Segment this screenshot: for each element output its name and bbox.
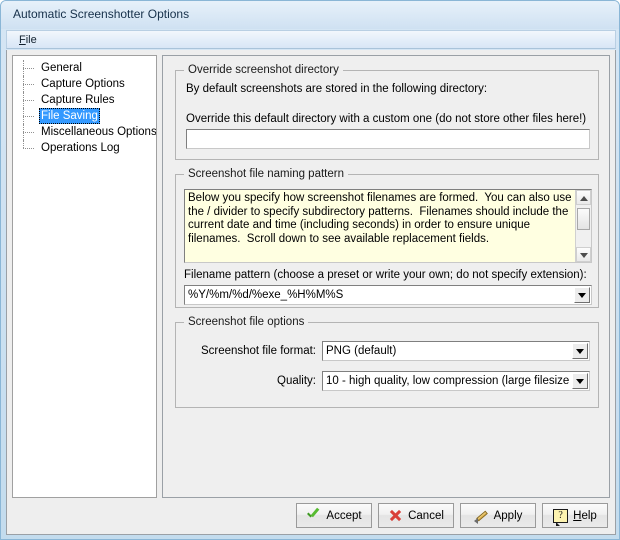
menu-file-mnemonic: F	[19, 34, 26, 46]
file-format-value: PNG (default)	[326, 345, 569, 357]
sidebar-item-capture-options[interactable]: Capture Options	[19, 76, 156, 92]
naming-help-text: Below you specify how screenshot filenam…	[188, 192, 573, 246]
sidebar-item-label: Miscellaneous Options	[39, 124, 157, 140]
settings-panel: Override screenshot directory By default…	[162, 55, 610, 498]
filename-pattern-value: %Y/%m/%d/%exe_%H%M%S	[188, 289, 571, 301]
menu-file-label: ile	[26, 34, 37, 46]
sidebar-item-miscellaneous-options[interactable]: Miscellaneous Options	[19, 124, 156, 140]
chevron-down-icon[interactable]	[572, 373, 588, 389]
sidebar-item-label: Operations Log	[39, 140, 122, 156]
file-options-group: Screenshot file options Screenshot file …	[175, 322, 599, 408]
naming-pattern-group-title: Screenshot file naming pattern	[184, 168, 348, 180]
sidebar-item-label: File Saving	[39, 108, 100, 124]
title-bar: Automatic Screenshotter Options	[1, 1, 619, 29]
sidebar-item-general[interactable]: General	[19, 60, 156, 76]
cancel-button[interactable]: Cancel	[378, 503, 454, 528]
file-options-group-title: Screenshot file options	[184, 316, 308, 328]
naming-pattern-group: Screenshot file naming pattern Below you…	[175, 174, 599, 308]
chevron-down-icon[interactable]	[574, 287, 590, 303]
naming-help-scrollbar[interactable]	[575, 190, 591, 262]
x-icon	[388, 508, 403, 523]
sidebar-item-label: General	[39, 60, 84, 76]
pencil-icon	[474, 508, 489, 523]
file-format-label: Screenshot file format:	[196, 345, 316, 357]
sidebar-item-file-saving[interactable]: File Saving	[19, 108, 156, 124]
override-directory-input[interactable]	[186, 129, 590, 149]
dialog-client-area: General Capture Options Capture Rules Fi…	[6, 50, 616, 535]
quality-value: 10 - high quality, low compression (larg…	[326, 375, 569, 387]
scroll-up-arrow-icon[interactable]	[576, 190, 591, 205]
override-directory-text: Override this default directory with a c…	[186, 113, 586, 125]
file-format-combo[interactable]: PNG (default)	[322, 341, 590, 361]
settings-tree[interactable]: General Capture Options Capture Rules Fi…	[12, 55, 157, 498]
scroll-down-arrow-icon[interactable]	[576, 247, 591, 262]
help-button[interactable]: ? Help	[542, 503, 608, 528]
cancel-button-label: Cancel	[408, 510, 444, 522]
accept-button[interactable]: Accept	[296, 503, 372, 528]
quality-combo[interactable]: 10 - high quality, low compression (larg…	[322, 371, 590, 391]
sidebar-item-operations-log[interactable]: Operations Log	[19, 140, 156, 156]
scrollbar-thumb[interactable]	[577, 208, 590, 230]
override-directory-group: Override screenshot directory By default…	[175, 70, 599, 160]
check-icon	[306, 508, 321, 523]
accept-button-label: Accept	[326, 510, 361, 522]
sidebar-item-capture-rules[interactable]: Capture Rules	[19, 92, 156, 108]
default-directory-text: By default screenshots are stored in the…	[186, 83, 487, 95]
help-button-label-rest: elp	[581, 510, 596, 522]
menu-file[interactable]: File	[14, 33, 42, 47]
help-bubble-icon: ?	[553, 509, 568, 523]
window-title: Automatic Screenshotter Options	[13, 7, 189, 21]
apply-button-label: Apply	[494, 510, 523, 522]
options-dialog-window: Automatic Screenshotter Options File Gen…	[0, 0, 620, 540]
help-button-label: Help	[573, 510, 597, 522]
filename-pattern-combo[interactable]: %Y/%m/%d/%exe_%H%M%S	[184, 285, 592, 305]
apply-button[interactable]: Apply	[460, 503, 536, 528]
sidebar-item-label: Capture Options	[39, 76, 127, 92]
override-directory-group-title: Override screenshot directory	[184, 64, 343, 76]
filename-pattern-label: Filename pattern (choose a preset or wri…	[184, 269, 587, 281]
quality-label: Quality:	[196, 375, 316, 387]
chevron-down-icon[interactable]	[572, 343, 588, 359]
naming-help-textarea[interactable]: Below you specify how screenshot filenam…	[184, 189, 592, 263]
menu-bar: File	[6, 30, 616, 49]
dialog-button-bar: Accept Cancel Apply ? Help	[7, 499, 615, 534]
sidebar-item-label: Capture Rules	[39, 92, 117, 108]
